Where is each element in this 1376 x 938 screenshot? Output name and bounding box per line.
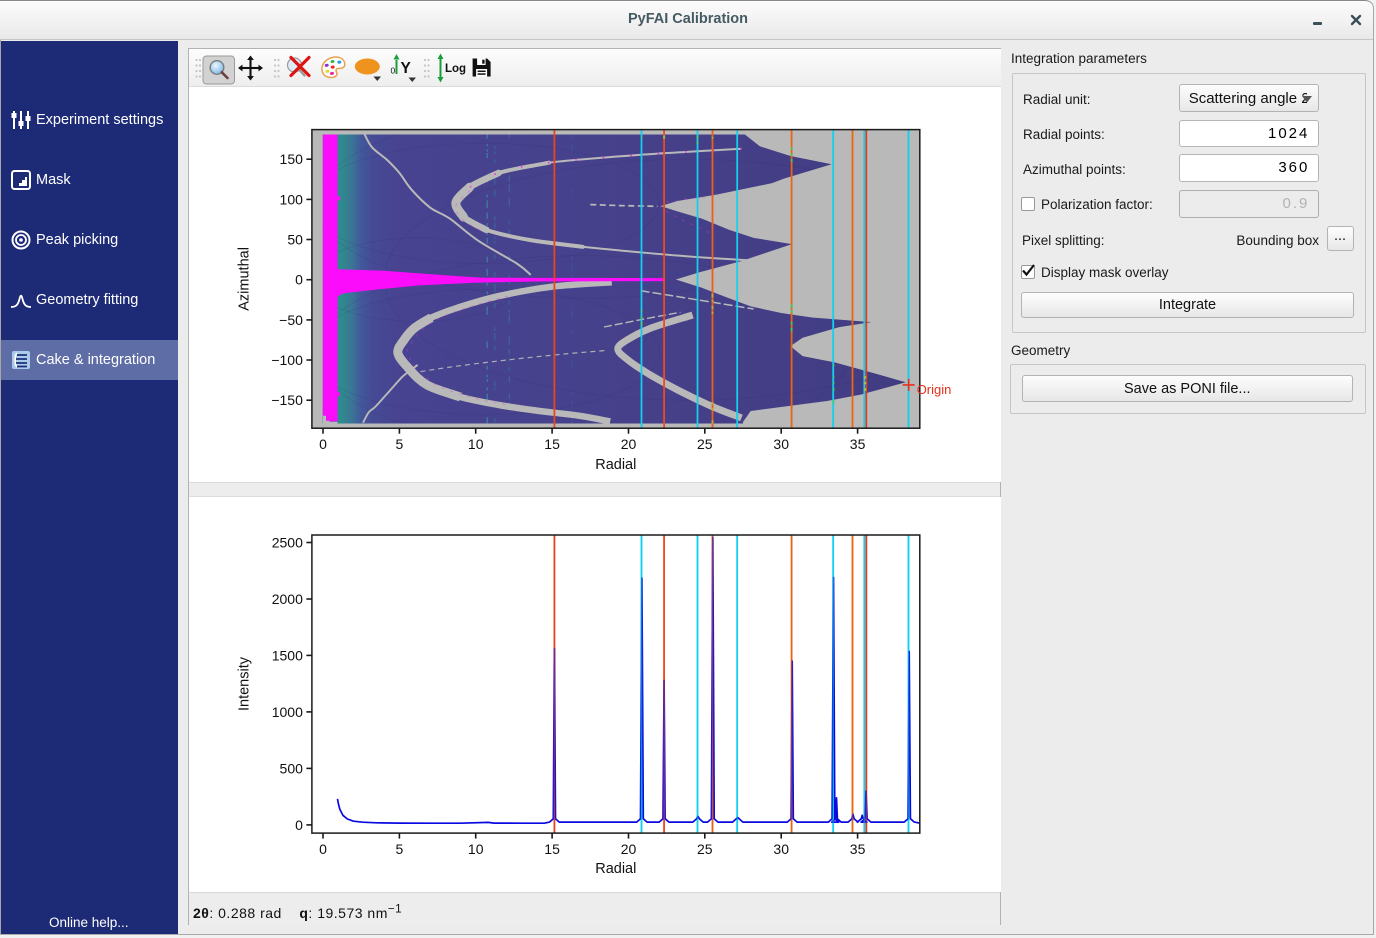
svg-text:5: 5	[395, 841, 403, 857]
svg-text:10: 10	[467, 841, 483, 857]
svg-text:5: 5	[395, 436, 403, 452]
svg-text:50: 50	[287, 232, 303, 248]
svg-text:35: 35	[849, 436, 865, 452]
svg-text:Intensity: Intensity	[236, 656, 252, 711]
svg-text:0: 0	[295, 817, 303, 833]
svg-text:0: 0	[295, 272, 303, 288]
svg-text:20: 20	[620, 841, 636, 857]
svg-text:2000: 2000	[271, 591, 302, 607]
svg-text:−50: −50	[279, 312, 303, 328]
svg-text:30: 30	[773, 841, 789, 857]
svg-text:0: 0	[319, 841, 327, 857]
svg-text:35: 35	[849, 841, 865, 857]
svg-text:0: 0	[390, 65, 395, 75]
svg-text:Radial: Radial	[595, 457, 636, 473]
svg-text:−100: −100	[271, 352, 303, 368]
svg-text:30: 30	[773, 436, 789, 452]
svg-text:0: 0	[319, 436, 327, 452]
svg-text:Origin: Origin	[916, 382, 951, 397]
svg-text:Azimuthal: Azimuthal	[236, 247, 252, 311]
svg-text:Radial: Radial	[595, 861, 636, 877]
svg-text:500: 500	[279, 760, 303, 776]
svg-text:20: 20	[620, 436, 636, 452]
svg-text:25: 25	[697, 841, 713, 857]
svg-text:−150: −150	[271, 392, 303, 408]
svg-text:1500: 1500	[271, 647, 302, 663]
svg-text:25: 25	[697, 436, 713, 452]
svg-text:10: 10	[467, 436, 483, 452]
svg-text:1000: 1000	[271, 704, 302, 720]
svg-text:2500: 2500	[271, 535, 302, 551]
svg-text:15: 15	[544, 841, 560, 857]
svg-text:Log: Log	[445, 63, 466, 75]
svg-text:Y: Y	[400, 60, 411, 77]
svg-text:15: 15	[544, 436, 560, 452]
svg-text:100: 100	[279, 191, 303, 207]
svg-text:150: 150	[279, 151, 303, 167]
